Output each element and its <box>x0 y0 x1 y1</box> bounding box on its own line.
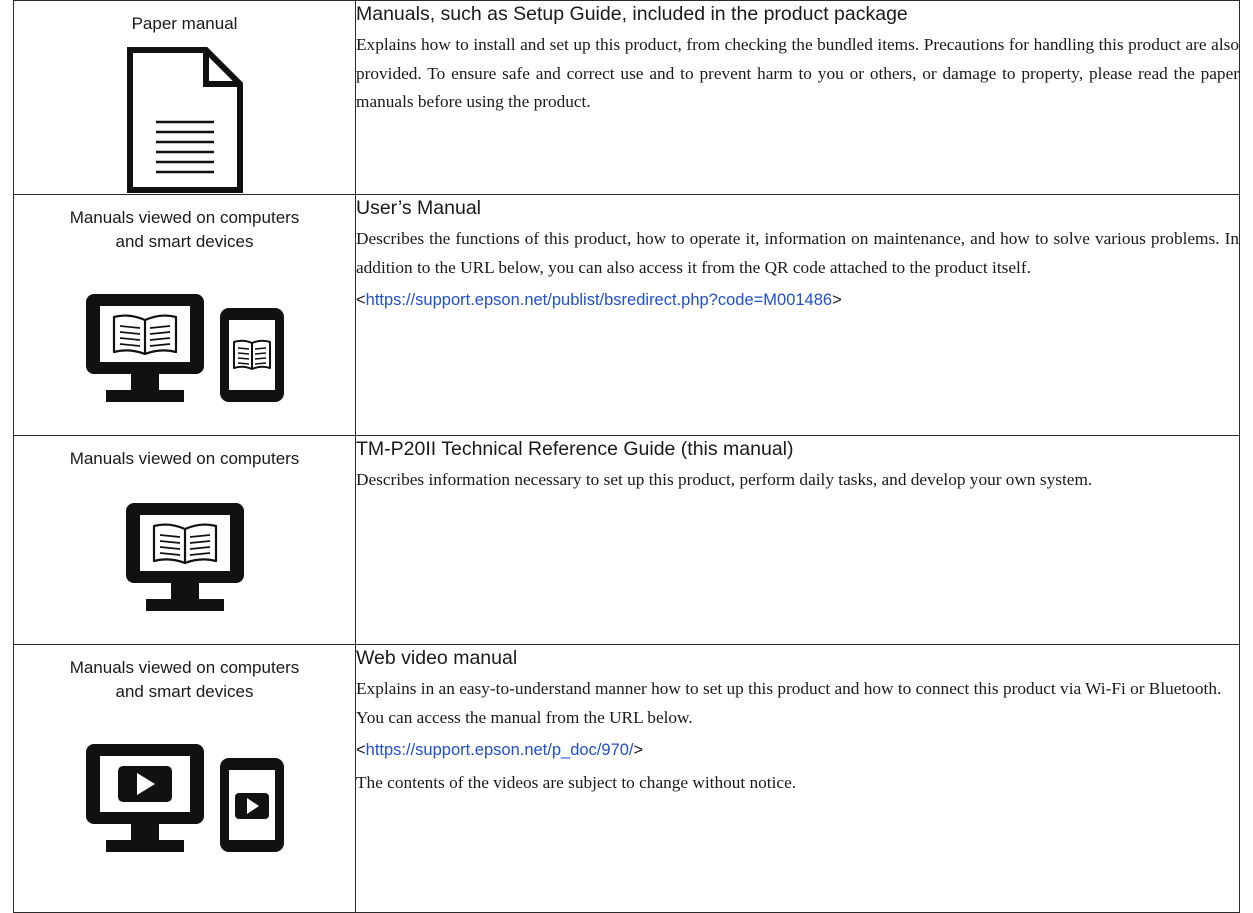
manual-title: User’s Manual <box>356 197 481 219</box>
url-open-bracket: < <box>356 291 366 309</box>
tablet-book-icon <box>219 308 284 402</box>
category-label: Manuals viewed on computers <box>69 449 300 468</box>
manual-description: Describes information necessary to set u… <box>356 470 1093 489</box>
url-line: <https://support.epson.net/p_doc/970/> <box>356 737 1239 763</box>
manual-description: Explains how to install and set up this … <box>356 35 1239 111</box>
manual-title: Manuals, such as Setup Guide, included i… <box>356 3 908 25</box>
manual-description: Describes the functions of this product,… <box>356 229 1239 277</box>
table-row: Manuals viewed on computers TM-P20II Tec… <box>13 435 1240 645</box>
manuals-table: Paper manual Manuals, such as Setup Guid… <box>13 0 1240 913</box>
url-line: <https://support.epson.net/publist/bsred… <box>356 287 1239 313</box>
computer-video-icon <box>85 744 204 852</box>
description-cell: Web video manual Explains in an easy-to-… <box>355 644 1240 913</box>
manual-description: Explains in an easy-to-understand manner… <box>356 679 1222 727</box>
tablet-video-icon <box>219 758 284 852</box>
description-cell: TM-P20II Technical Reference Guide (this… <box>355 435 1240 645</box>
category-cell: Manuals viewed on computers <box>13 435 356 645</box>
category-cell: Paper manual <box>13 0 356 195</box>
category-cell: Manuals viewed on computers and smart de… <box>13 644 356 913</box>
manual-title: Web video manual <box>356 647 518 669</box>
category-cell: Manuals viewed on computers and smart de… <box>13 194 356 436</box>
document-icon <box>126 47 243 193</box>
table-row: Manuals viewed on computers and smart de… <box>13 194 1240 436</box>
manual-title: TM-P20II Technical Reference Guide (this… <box>356 438 794 460</box>
category-label: Manuals viewed on computers and smart de… <box>69 658 300 701</box>
user-manual-link[interactable]: https://support.epson.net/publist/bsredi… <box>366 291 832 309</box>
computer-book-icon <box>125 503 244 611</box>
description-cell: Manuals, such as Setup Guide, included i… <box>355 0 1240 195</box>
manual-note: The contents of the videos are subject t… <box>356 773 797 792</box>
url-close-bracket: > <box>832 291 842 309</box>
url-open-bracket: < <box>356 741 366 759</box>
table-row: Paper manual Manuals, such as Setup Guid… <box>13 0 1240 195</box>
url-close-bracket: > <box>633 741 644 759</box>
computer-book-icon <box>85 294 204 402</box>
description-cell: User’s Manual Describes the functions of… <box>355 194 1240 436</box>
video-manual-link[interactable]: https://support.epson.net/p_doc/970/ <box>366 741 634 759</box>
table-row: Manuals viewed on computers and smart de… <box>13 644 1240 913</box>
category-label: Manuals viewed on computers and smart de… <box>69 208 300 251</box>
category-label: Paper manual <box>131 14 238 33</box>
